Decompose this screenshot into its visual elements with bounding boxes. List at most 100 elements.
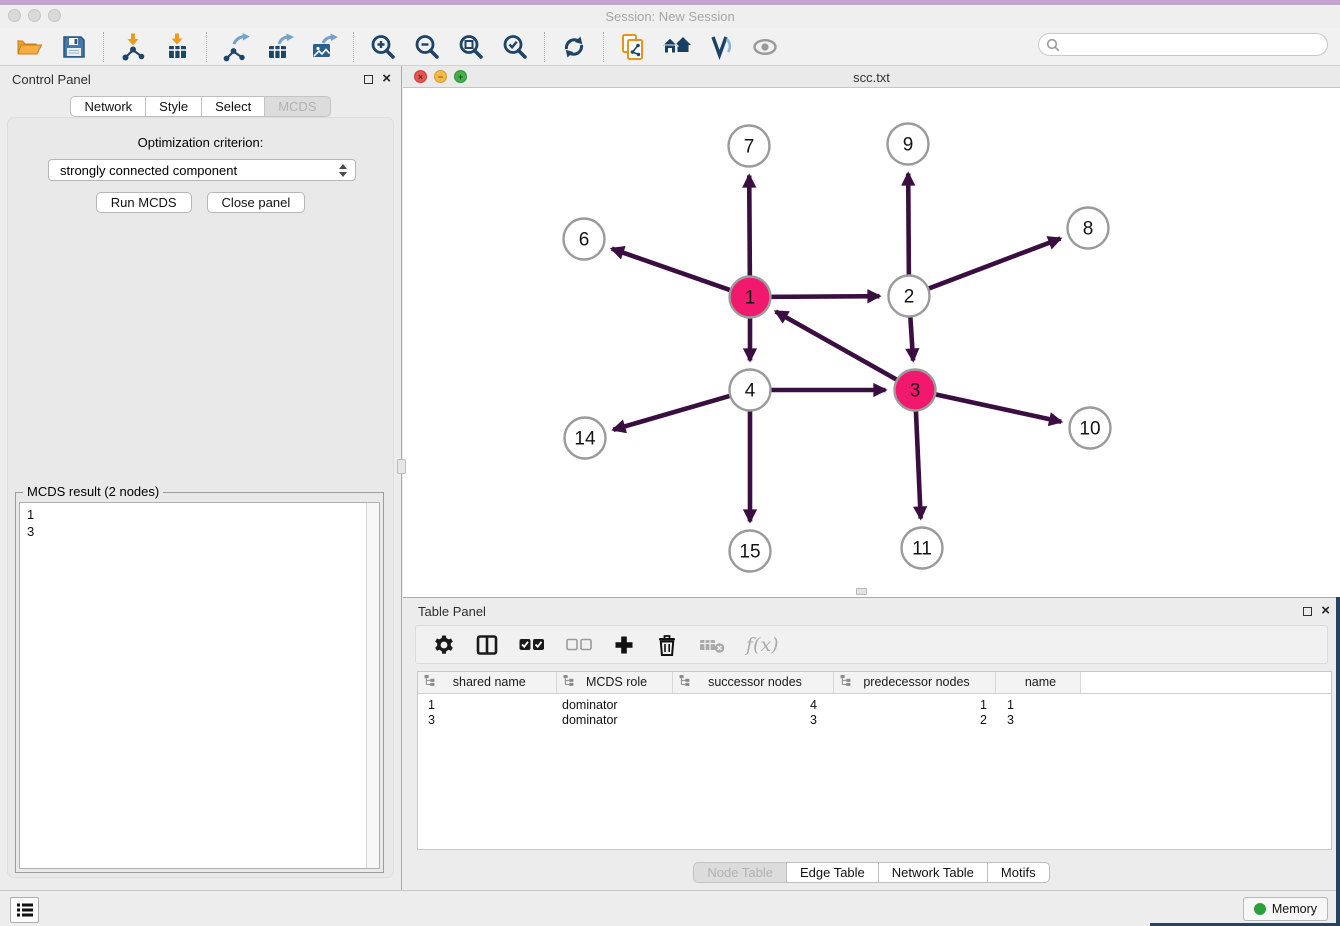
graph-node-10[interactable]: 10 bbox=[1070, 408, 1111, 449]
result-scrollbar[interactable] bbox=[366, 503, 379, 868]
import-network-icon[interactable] bbox=[115, 30, 151, 63]
table-row[interactable]: 1dominator411 bbox=[418, 693, 1331, 712]
table-cell-filler bbox=[1080, 693, 1331, 712]
graph-edge-1-2[interactable] bbox=[768, 296, 879, 297]
graph-edge-1-7[interactable] bbox=[749, 175, 750, 278]
zoom-out-icon[interactable] bbox=[409, 30, 445, 63]
reset-session-icon[interactable] bbox=[659, 30, 695, 63]
graph-node-2[interactable]: 2 bbox=[889, 276, 930, 317]
export-table-icon[interactable] bbox=[262, 30, 298, 63]
column-header-shared-name[interactable]: shared name bbox=[418, 672, 556, 693]
zoom-fit-icon[interactable] bbox=[453, 30, 489, 63]
column-header-mcds-role[interactable]: MCDS role bbox=[556, 672, 672, 693]
graph-node-11[interactable]: 11 bbox=[902, 528, 943, 569]
vizmapper-icon[interactable] bbox=[703, 30, 739, 63]
column-tree-icon bbox=[424, 674, 435, 690]
task-history-button[interactable] bbox=[10, 897, 39, 923]
graph-edge-2-8[interactable] bbox=[926, 238, 1060, 289]
show-columns-icon[interactable] bbox=[476, 634, 498, 656]
show-hide-icon[interactable] bbox=[747, 30, 783, 63]
zoom-selected-icon[interactable] bbox=[497, 30, 533, 63]
graph-node-8[interactable]: 8 bbox=[1068, 208, 1109, 249]
export-network-icon[interactable] bbox=[218, 30, 254, 63]
deselect-all-icon[interactable] bbox=[566, 637, 592, 652]
table-cell[interactable]: dominator bbox=[556, 693, 672, 712]
graph-node-6[interactable]: 6 bbox=[564, 219, 605, 260]
column-header-successor-nodes[interactable]: successor nodes bbox=[672, 672, 833, 693]
table-cell[interactable]: 3 bbox=[418, 712, 556, 728]
table-cell[interactable]: 1 bbox=[418, 693, 556, 712]
table-cell[interactable]: dominator bbox=[556, 712, 672, 728]
graph-node-1[interactable]: 1 bbox=[730, 277, 771, 318]
close-table-panel-icon[interactable]: × bbox=[1321, 605, 1330, 617]
table-cell[interactable]: 1 bbox=[833, 693, 995, 712]
select-all-icon[interactable] bbox=[519, 637, 545, 652]
table-settings-icon[interactable] bbox=[433, 634, 455, 656]
clone-network-icon[interactable] bbox=[615, 30, 651, 63]
open-session-icon[interactable] bbox=[12, 30, 48, 63]
column-header-predecessor-nodes[interactable]: predecessor nodes bbox=[833, 672, 995, 693]
graph-edge-3-11[interactable] bbox=[916, 408, 921, 518]
float-panel-icon[interactable] bbox=[364, 75, 373, 84]
tab-network[interactable]: Network bbox=[70, 96, 146, 117]
graph-node-9[interactable]: 9 bbox=[888, 124, 929, 165]
refresh-layout-icon[interactable] bbox=[556, 30, 592, 63]
zoom-in-icon[interactable] bbox=[365, 30, 401, 63]
search-box[interactable] bbox=[1038, 33, 1328, 56]
close-panel-icon[interactable]: × bbox=[382, 73, 391, 85]
graph-edge-1-6[interactable] bbox=[612, 249, 733, 291]
network-canvas[interactable]: 1 2 3 4 6 7 8 9 10 11 14 15 bbox=[403, 88, 1340, 597]
tab-motifs[interactable]: Motifs bbox=[987, 862, 1050, 883]
horizontal-splitter-handle[interactable] bbox=[856, 588, 867, 595]
tab-mcds[interactable]: MCDS bbox=[264, 96, 330, 117]
graph-node-14[interactable]: 14 bbox=[565, 418, 606, 459]
table-panel-tabs: Node TableEdge TableNetwork TableMotifs bbox=[403, 862, 1340, 883]
import-table-icon[interactable] bbox=[159, 30, 195, 63]
graph-node-3[interactable]: 3 bbox=[895, 370, 936, 411]
delete-row-icon[interactable] bbox=[656, 633, 678, 657]
run-mcds-button[interactable]: Run MCDS bbox=[96, 192, 192, 213]
graph-edge-4-14[interactable] bbox=[613, 395, 732, 430]
column-tree-icon bbox=[840, 674, 851, 690]
table-cell[interactable]: 1 bbox=[995, 693, 1080, 712]
graph-edge-2-3[interactable] bbox=[910, 314, 913, 360]
memory-button[interactable]: Memory bbox=[1243, 897, 1328, 921]
tab-edge-table[interactable]: Edge Table bbox=[786, 862, 879, 883]
graph-edge-3-1[interactable] bbox=[776, 311, 899, 380]
apply-function-icon: f(x) bbox=[746, 634, 779, 656]
graph-node-7[interactable]: 7 bbox=[729, 126, 770, 167]
vertical-splitter-handle[interactable] bbox=[397, 459, 406, 474]
graph-node-15[interactable]: 15 bbox=[730, 531, 771, 572]
svg-text:1: 1 bbox=[745, 288, 756, 309]
network-window-titlebar[interactable]: × − + scc.txt bbox=[403, 66, 1340, 88]
search-input[interactable] bbox=[1065, 37, 1327, 52]
window-title: Session: New Session bbox=[0, 9, 1340, 24]
tab-style[interactable]: Style bbox=[145, 96, 202, 117]
table-cell[interactable]: 2 bbox=[833, 712, 995, 728]
export-image-icon[interactable] bbox=[306, 30, 342, 63]
criterion-dropdown[interactable]: strongly connected component bbox=[48, 159, 356, 181]
float-table-panel-icon[interactable] bbox=[1303, 607, 1312, 616]
svg-text:11: 11 bbox=[912, 539, 932, 560]
mcds-pane: Optimization criterion: strongly connect… bbox=[7, 117, 394, 878]
column-header-name[interactable]: name bbox=[995, 672, 1080, 693]
graph-node-4[interactable]: 4 bbox=[730, 370, 771, 411]
tab-select[interactable]: Select bbox=[201, 96, 265, 117]
save-session-icon[interactable] bbox=[56, 30, 92, 63]
table-panel: Table Panel × f(x) shared nameMCDS roles… bbox=[403, 597, 1340, 890]
column-tree-icon bbox=[679, 674, 690, 690]
table-cell[interactable]: 3 bbox=[672, 712, 833, 728]
add-row-icon[interactable] bbox=[613, 634, 635, 656]
network-graph[interactable]: 1 2 3 4 6 7 8 9 10 11 14 15 bbox=[403, 88, 1340, 597]
node-table-container[interactable]: shared nameMCDS rolesuccessor nodesprede… bbox=[417, 671, 1332, 850]
table-panel-title: Table Panel bbox=[418, 604, 486, 619]
table-cell[interactable]: 4 bbox=[672, 693, 833, 712]
graph-edge-2-9[interactable] bbox=[908, 173, 909, 277]
mcds-result-box[interactable]: 13 bbox=[19, 502, 380, 869]
table-row[interactable]: 3dominator323 bbox=[418, 712, 1331, 728]
tab-network-table[interactable]: Network Table bbox=[878, 862, 988, 883]
table-cell[interactable]: 3 bbox=[995, 712, 1080, 728]
tab-node-table[interactable]: Node Table bbox=[693, 862, 787, 883]
close-panel-button[interactable]: Close panel bbox=[207, 192, 306, 213]
graph-edge-3-10[interactable] bbox=[933, 394, 1061, 422]
